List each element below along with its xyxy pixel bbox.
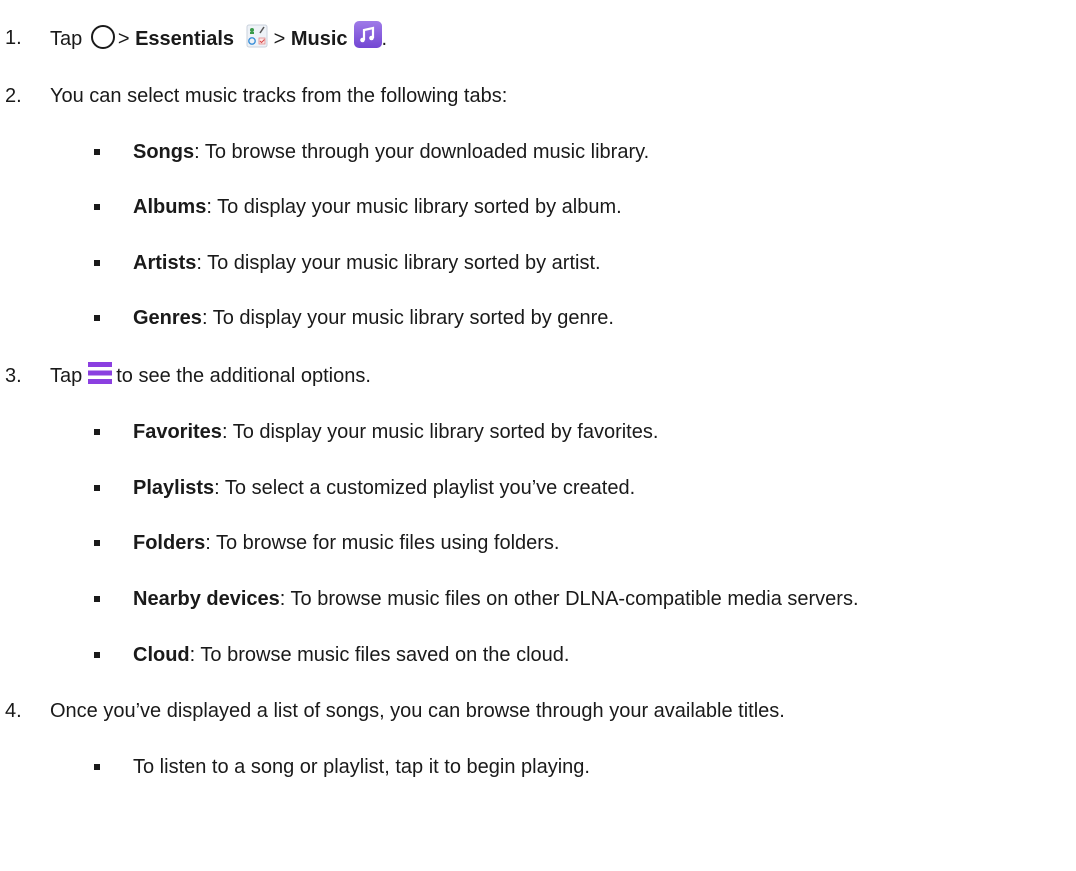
step-text: to see the additional options. [116,365,371,387]
essentials-folder-icon [246,24,268,47]
music-label: Music [290,27,348,50]
term: Cloud [133,644,190,666]
tap-label: Tap [50,365,83,387]
term: Songs [133,141,195,163]
description: : To browse music files saved on the clo… [189,644,570,666]
bullet-icon [94,204,100,210]
separator: > [273,27,286,50]
description: : To display your music library sorted b… [221,421,659,443]
bullet-icon [94,260,100,266]
description: : To display your music library sorted b… [201,307,614,329]
menu-icon [88,361,113,384]
bullet-icon [94,429,100,435]
bullet-icon [94,315,100,321]
description: : To browse through your downloaded musi… [194,141,650,163]
term: Nearby devices [133,588,280,610]
bullet-icon [94,652,100,658]
description: : To select a customized playlist you’ve… [214,477,636,499]
bullet-icon [94,596,100,602]
bullet-icon [94,540,100,546]
term: Folders [133,532,206,554]
music-note-icon [353,21,382,48]
step-number: 4. [5,700,22,722]
term: Favorites [133,421,222,443]
essentials-label: Essentials [135,27,235,50]
bullet-icon [94,764,100,770]
separator: > [117,27,130,50]
description: : To browse for music files using folder… [205,532,560,554]
term: Albums [133,196,207,218]
description: To listen to a song or playlist, tap it … [133,756,590,778]
term: Genres [133,307,202,329]
step-text: Once you’ve displayed a list of songs, y… [50,700,785,722]
term: Playlists [133,477,215,499]
description: : To display your music library sorted b… [206,196,622,218]
bullet-icon [94,149,100,155]
step-number: 2. [5,85,22,107]
description: : To display your music library sorted b… [196,252,601,274]
description: : To browse music files on other DLNA-co… [279,588,859,610]
home-circle-icon [90,24,115,49]
term: Artists [133,252,197,274]
tap-label: Tap [50,27,83,50]
bullet-icon [94,485,100,491]
step-number: 3. [5,365,22,387]
step-number: 1. [5,27,22,49]
step-text: You can select music tracks from the fol… [50,85,508,107]
